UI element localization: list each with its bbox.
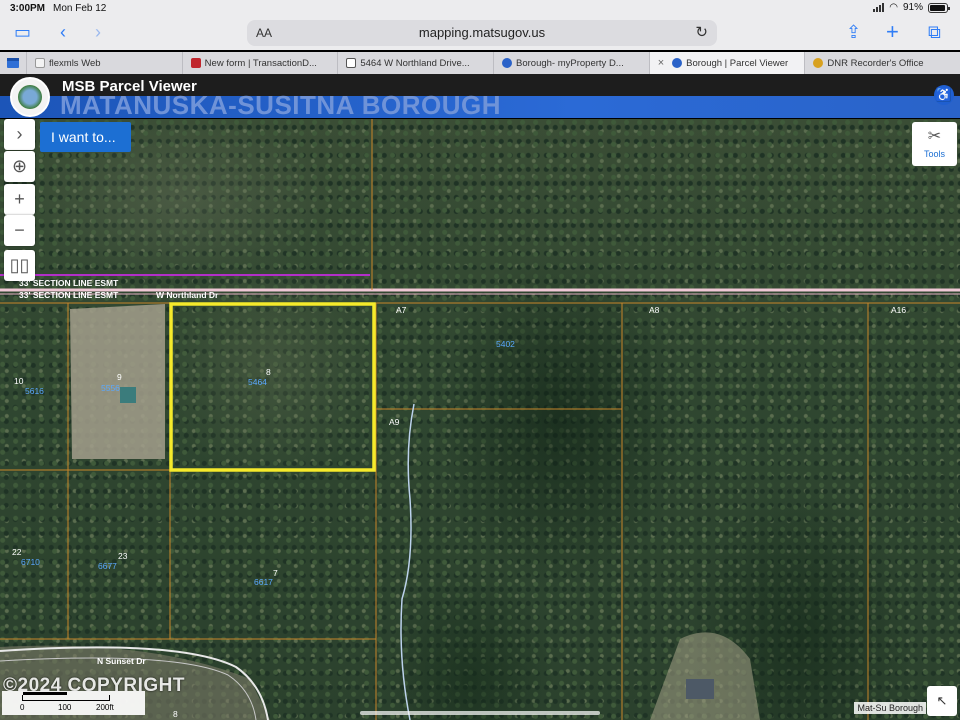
tools-label: Tools [923,149,945,159]
selected-parcel-highlight[interactable] [169,302,376,472]
building-roof [120,387,136,403]
scale-bar-graphic [22,692,110,701]
transactiondesk-favicon [190,58,201,68]
wrench-icon: ✂ [927,128,942,145]
msb-favicon [502,58,513,68]
tab-parcel-viewer[interactable]: × Borough | Parcel Viewer [648,52,805,74]
tab-label: New form | TransactionD... [204,57,317,69]
share-icon[interactable]: ⇪ [846,21,861,43]
parcel-address[interactable]: 5616 [25,386,44,396]
close-tab-icon[interactable]: × [658,57,664,69]
tab-label: flexmls Web [49,57,101,69]
tab-flexmls[interactable]: flexmls Web [26,52,182,74]
lot-number: 8 [173,709,178,719]
lot-number: 10 [14,376,24,386]
zoom-out-button[interactable]: − [4,215,35,246]
chevron-right-icon: › [16,124,23,144]
msb-favicon [672,58,683,68]
reload-icon[interactable]: ↻ [695,23,708,41]
arrow-icon: ↖ [936,693,948,708]
lot-number: A16 [891,305,906,315]
i-want-to-button[interactable]: I want to... [40,122,131,152]
app-title: MSB Parcel Viewer [62,78,197,95]
lot-number: A9 [389,417,400,427]
scale-tick: 100 [58,703,72,712]
minus-icon: − [14,220,25,240]
parcel-address[interactable]: 5402 [496,339,515,349]
clock: 3:00PM [10,3,46,14]
road-label: N Sunset Dr [97,656,146,666]
book-icon: ▯▯ [9,255,30,275]
tab-label: Borough | Parcel Viewer [686,57,789,69]
address-bar[interactable]: AA mapping.matsugov.us ↻ [247,20,717,46]
crosshair-icon: ⊕ [11,156,28,176]
scale-bar: 0 100 200ft [2,691,145,715]
parcel-address[interactable]: 6710 [21,557,40,567]
signal-icon [873,3,885,12]
battery-icon [928,2,950,13]
browser-toolbar: ▭ ‹ › AA mapping.matsugov.us ↻ ⇪ + ⧉ [0,16,960,50]
dnr-favicon [813,58,824,68]
cleared-area [650,632,760,720]
trail-line [400,403,415,720]
map-view[interactable]: 33' SECTION LINE ESMT 33' SECTION LINE E… [0,119,960,720]
app-header: MATANUSKA-SUSITNA BOROUGH MSB Parcel Vie… [0,74,960,118]
back-icon[interactable]: ‹ [60,21,66,43]
road-label: W Northland Dr [156,290,219,300]
status-indicators: ◠ 91% [873,2,950,13]
locate-button[interactable]: ⊕ [4,151,35,182]
flexmls-favicon [35,58,45,68]
tab-strip: flexmls Web New form | TransactionD... 5… [0,52,960,74]
lot-number: 8 [266,367,271,377]
parcel-address[interactable]: 6677 [98,561,117,571]
tabs-overview-icon[interactable]: ⧉ [928,21,941,43]
tab-label: DNR Recorder's Office [827,57,924,69]
wifi-icon: ◠ [889,2,898,13]
scale-tick: 0 [20,703,25,712]
parcel-address[interactable]: 5464 [248,377,267,387]
lot-number: A8 [649,305,660,315]
scale-tick: 200ft [96,703,114,712]
new-tab-icon[interactable]: + [886,21,899,43]
map-attribution: Mat-Su Borough [854,702,926,714]
date: Mon Feb 12 [53,3,107,14]
status-bar: 3:00PM Mon Feb 12 ◠ 91% [0,0,960,16]
battery-percent: 91% [902,2,923,13]
fullscreen-button[interactable]: ↖ [927,686,957,716]
lot-number: 22 [12,547,22,557]
tab-listing[interactable]: 5464 W Northland Drive... [337,52,493,74]
tab-transactiondesk[interactable]: New form | TransactionD... [181,52,338,74]
tools-button[interactable]: ✂ Tools [912,122,957,166]
accessibility-icon[interactable]: ♿ [934,85,954,105]
tab-dnr-recorder[interactable]: DNR Recorder's Office [804,52,960,74]
page-favicon [346,58,357,68]
zoom-in-button[interactable]: + [4,184,35,215]
easement-label: 33' SECTION LINE ESMT [19,290,119,300]
tab-label: Borough- myProperty D... [516,57,624,69]
bookmarks-button[interactable]: ▯▯ [4,250,35,281]
tab-label: 5464 W Northland Drive... [360,57,470,69]
tab-myproperty[interactable]: Borough- myProperty D... [493,52,649,74]
borough-seal-logo [10,77,50,117]
url-text[interactable]: mapping.matsugov.us [247,25,717,40]
expand-panel-button[interactable]: › [4,119,35,150]
lot-number: 9 [117,372,122,382]
parcel-overlay: 33' SECTION LINE ESMT 33' SECTION LINE E… [0,119,960,720]
lot-number: 23 [118,551,128,561]
home-indicator [360,711,600,715]
lot-number: 7 [273,568,278,578]
plus-icon: + [14,189,25,209]
lot-number: A7 [396,305,407,315]
sidebar-icon[interactable]: ▭ [14,21,31,43]
tab-groups-icon[interactable] [0,52,26,74]
building-roof [686,679,714,699]
forward-icon[interactable]: › [95,21,101,43]
parcel-address[interactable]: 5556 [101,383,120,393]
parcel-address[interactable]: 6617 [254,577,273,587]
